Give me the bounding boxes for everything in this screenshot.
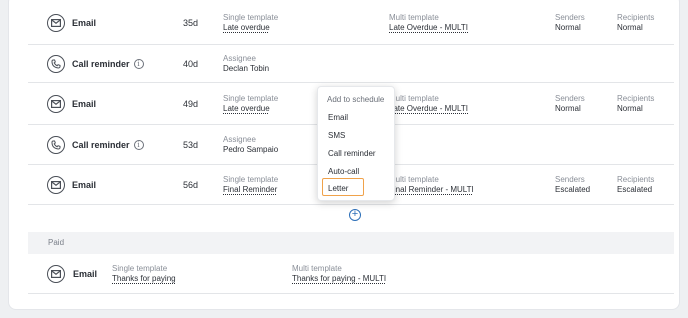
paid-section-label: Paid	[48, 238, 65, 247]
step-type: Email	[72, 18, 97, 28]
menu-item-sms[interactable]: SMS	[328, 131, 345, 140]
step-days: 56d	[183, 180, 199, 190]
recipients-label: Recipients	[617, 13, 655, 22]
step-type-wrap: Call reminder i	[72, 59, 144, 69]
senders-label: Senders	[555, 94, 585, 103]
multi-template-link[interactable]: Final Reminder - MULTI	[389, 185, 474, 194]
add-to-schedule-menu: Add to schedule Email SMS Call reminder …	[317, 86, 395, 201]
senders-value: Normal	[555, 104, 581, 113]
single-template-label: Single template	[223, 94, 279, 103]
plus-circle-icon[interactable]: +	[349, 209, 361, 221]
assignee-label: Assignee	[223, 54, 256, 63]
senders-label: Senders	[555, 13, 585, 22]
step-type: Email	[73, 269, 98, 279]
single-template-link[interactable]: Late overdue	[223, 104, 270, 113]
recipients-value: Normal	[617, 104, 643, 113]
assignee-value: Pedro Sampaio	[223, 145, 279, 154]
phone-icon	[47, 55, 65, 73]
multi-template-label: Multi template	[389, 175, 439, 184]
assignee-label: Assignee	[223, 135, 256, 144]
step-days: 49d	[183, 99, 199, 109]
single-template-label: Single template	[223, 13, 279, 22]
paid-row: Email Single template Thanks for paying …	[28, 254, 674, 294]
single-template-link[interactable]: Late overdue	[223, 23, 270, 32]
step-type: Email	[72, 99, 97, 109]
recipients-label: Recipients	[617, 175, 655, 184]
envelope-icon	[47, 95, 65, 113]
menu-item-letter[interactable]: Letter	[328, 184, 348, 193]
schedule-card: Email 35d Single template Late overdue M…	[8, 0, 680, 310]
single-template-link[interactable]: Thanks for paying	[112, 274, 176, 283]
step-type: Email	[72, 180, 97, 190]
multi-template-label: Multi template	[292, 264, 342, 273]
envelope-icon	[47, 265, 65, 283]
recipients-value: Normal	[617, 23, 643, 32]
info-icon[interactable]: i	[133, 140, 144, 150]
menu-item-call-reminder[interactable]: Call reminder	[328, 149, 376, 158]
menu-item-email[interactable]: Email	[328, 113, 348, 122]
recipients-value: Escalated	[617, 185, 653, 194]
paid-section-header: Paid	[28, 232, 674, 254]
schedule-row: Call reminder i 40d Assignee Declan Tobi…	[28, 45, 674, 83]
envelope-icon	[47, 14, 65, 32]
multi-template-link[interactable]: Thanks for paying - MULTI	[292, 274, 386, 283]
menu-title: Add to schedule	[327, 95, 385, 104]
step-type-wrap: Call reminder i	[72, 140, 144, 150]
single-template-label: Single template	[223, 175, 279, 184]
step-days: 35d	[183, 18, 199, 28]
step-days: 53d	[183, 140, 199, 150]
multi-template-link[interactable]: Late Overdue - MULTI	[389, 104, 468, 113]
envelope-icon	[47, 176, 65, 194]
multi-template-label: Multi template	[389, 13, 439, 22]
info-icon[interactable]: i	[133, 59, 144, 69]
step-days: 40d	[183, 59, 199, 69]
senders-value: Escalated	[555, 185, 591, 194]
schedule-row: Email 35d Single template Late overdue M…	[28, 1, 674, 45]
step-type: Call reminder	[72, 140, 130, 150]
step-type: Call reminder	[72, 59, 130, 69]
senders-label: Senders	[555, 175, 585, 184]
single-template-label: Single template	[112, 264, 168, 273]
menu-item-auto-call[interactable]: Auto-call	[328, 167, 359, 176]
multi-template-link[interactable]: Late Overdue - MULTI	[389, 23, 468, 32]
phone-icon	[47, 136, 65, 154]
assignee-value: Declan Tobin	[223, 64, 270, 73]
senders-value: Normal	[555, 23, 581, 32]
recipients-label: Recipients	[617, 94, 655, 103]
single-template-link[interactable]: Final Reminder	[223, 185, 277, 194]
multi-template-label: Multi template	[389, 94, 439, 103]
